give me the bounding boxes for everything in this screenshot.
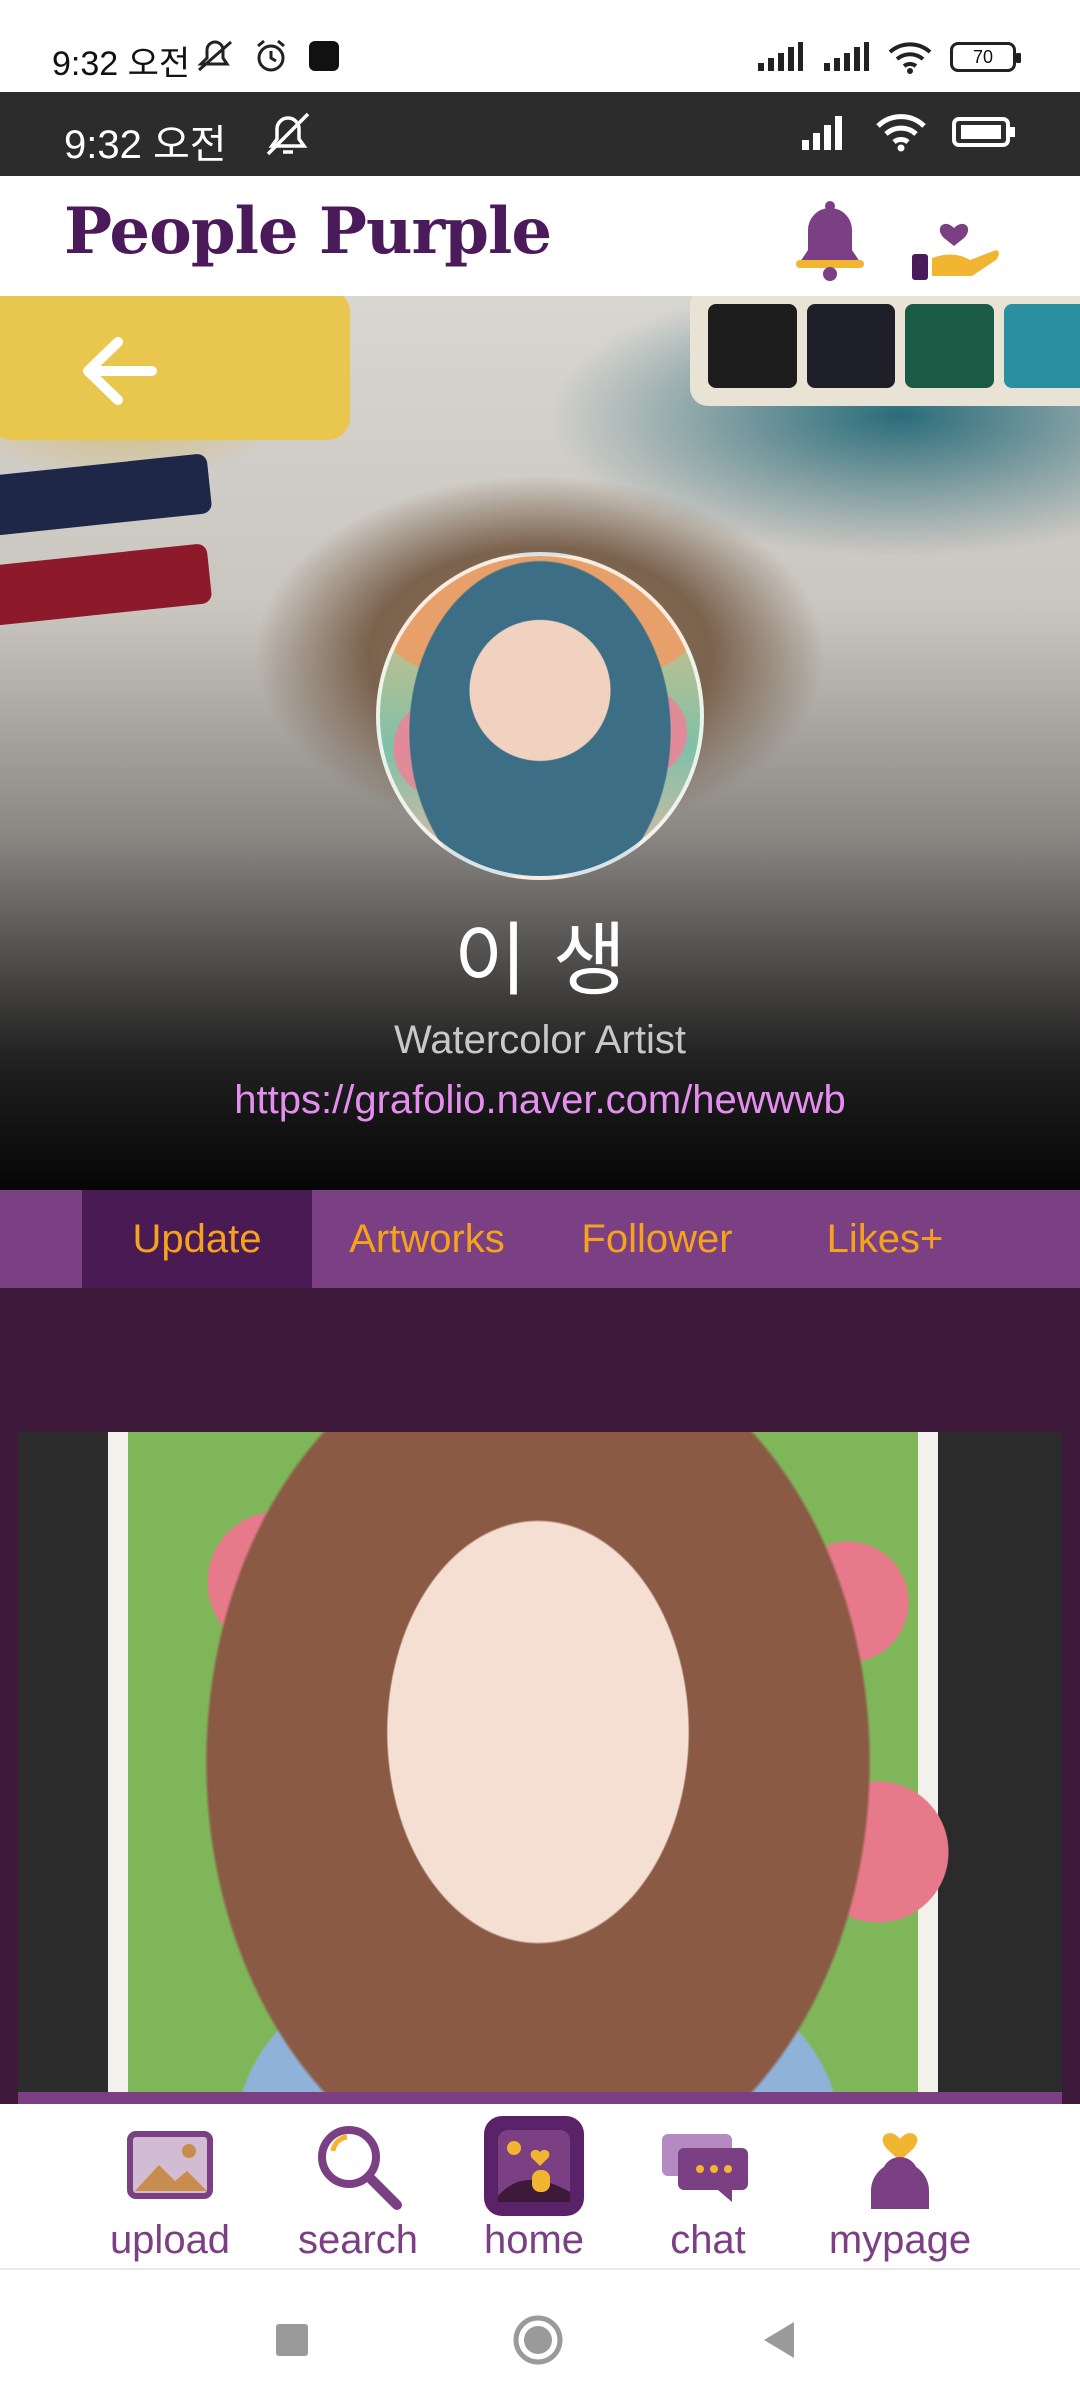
alarm-icon (257, 39, 285, 72)
tab-update[interactable]: Update (82, 1190, 312, 1288)
nav-upload[interactable]: upload (80, 2116, 260, 2266)
banner-paint-tube (0, 543, 213, 629)
nav-upload-label: upload (109, 2218, 231, 2262)
back-button-icon[interactable] (750, 2310, 810, 2370)
tab-follower[interactable]: Follower (542, 1190, 772, 1288)
banner-palette (690, 296, 1080, 406)
hand-heart-icon[interactable] (904, 188, 1004, 288)
profile-avatar[interactable] (376, 552, 704, 880)
nav-home-label: home (483, 2218, 585, 2262)
nav-mypage[interactable]: mypage (810, 2116, 990, 2266)
device-status-right-icons: 70 (756, 40, 1021, 74)
app-status-bar: 9:32 오전 (0, 92, 1080, 176)
nav-search[interactable]: search (268, 2116, 448, 2266)
battery-icon (952, 117, 1015, 147)
app-header: People Purple (0, 176, 1080, 296)
user-heart-icon (850, 2116, 950, 2216)
app-status-right-icons (800, 112, 1016, 152)
battery-icon: 70 (950, 42, 1021, 72)
profile-tabs: Update Artworks Follower Likes+ (0, 1190, 1080, 1288)
nav-chat-label: chat (670, 2218, 746, 2262)
nav-chat[interactable]: chat (618, 2116, 798, 2266)
alarm-off-icon (266, 112, 310, 156)
nav-search-label: search (297, 2218, 419, 2262)
artwork-card-footer (18, 2092, 1062, 2104)
device-time: 9:32 오전 (52, 45, 191, 83)
update-feed[interactable] (0, 1288, 1080, 2104)
bottom-navigation: upload search home chat mypage (0, 2104, 1080, 2270)
app-logo[interactable]: People Purple (64, 194, 552, 269)
signal-icon (802, 116, 842, 150)
device-status-bar: 9:32 오전 70 (0, 0, 1080, 92)
profile-link[interactable]: https://grafolio.naver.com/hewwwb (0, 1078, 1080, 1123)
banner-paint-tube (0, 453, 213, 539)
profile-role: Watercolor Artist (394, 1018, 686, 1062)
banner-timer-object (0, 296, 350, 440)
nav-mypage-label: mypage (828, 2218, 972, 2262)
wifi-icon (888, 42, 932, 74)
nav-home[interactable]: home (444, 2116, 624, 2266)
search-icon (308, 2116, 408, 2216)
signal-icon-2 (824, 42, 869, 71)
profile-name: 이 생 (453, 914, 627, 1007)
bell-icon[interactable] (780, 188, 880, 288)
battery-level: 70 (972, 46, 994, 67)
device-status-left-icons (195, 38, 341, 74)
wifi-icon (876, 114, 926, 152)
home-icon (484, 2116, 584, 2216)
app-status-time: 9:32 오전 (64, 123, 227, 167)
mute-icon (197, 40, 232, 72)
artwork-image[interactable] (18, 1432, 1062, 2104)
recent-apps-icon[interactable] (262, 2310, 322, 2370)
chat-icon (658, 2116, 758, 2216)
tab-likes[interactable]: Likes+ (770, 1190, 1000, 1288)
profile-banner: 이 생 Watercolor Artist https://grafolio.n… (0, 296, 1080, 1190)
image-icon (120, 2116, 220, 2216)
back-arrow-icon[interactable] (78, 336, 158, 406)
system-navigation-bar (0, 2270, 1080, 2400)
tab-artworks[interactable]: Artworks (312, 1190, 542, 1288)
signal-icon (758, 42, 803, 71)
home-button-icon[interactable] (508, 2310, 568, 2370)
app-notification-icon (309, 41, 339, 71)
